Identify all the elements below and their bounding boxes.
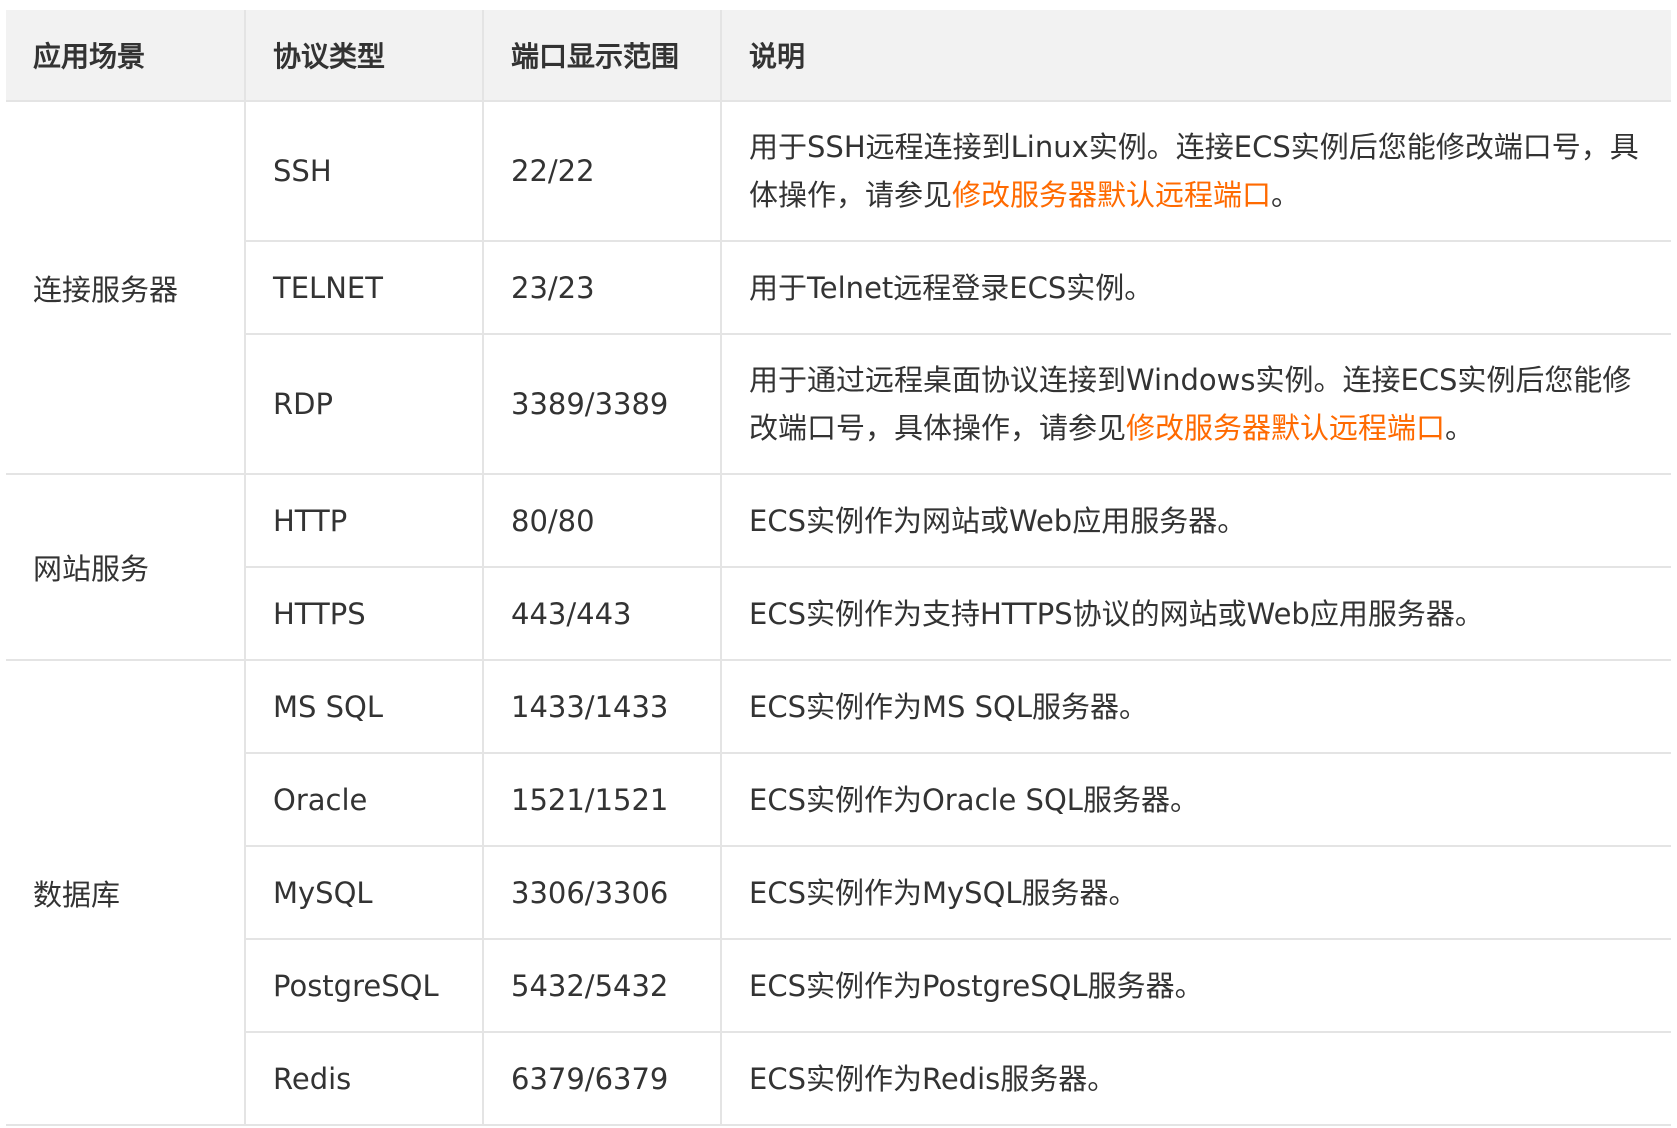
description-cell: 用于Telnet远程登录ECS实例。: [721, 241, 1671, 335]
port-cell: 5432/5432: [483, 939, 722, 1033]
port-cell: 3306/3306: [483, 846, 722, 940]
protocol-cell: TELNET: [245, 241, 484, 335]
port-cell: 1521/1521: [483, 753, 722, 847]
description-text: ECS实例作为Redis服务器。: [749, 1061, 1117, 1096]
description-suffix: 。: [1445, 411, 1475, 445]
header-protocol: 协议类型: [245, 10, 484, 102]
protocol-cell: RDP: [245, 334, 484, 475]
description-cell: ECS实例作为Oracle SQL服务器。: [721, 753, 1671, 847]
description-text: ECS实例作为PostgreSQL服务器。: [749, 968, 1204, 1003]
table-row: 数据库 MS SQL 1433/1433 ECS实例作为MS SQL服务器。: [6, 660, 1671, 1126]
protocol-cell: PostgreSQL: [245, 939, 484, 1033]
description-text: ECS实例作为MySQL服务器。: [749, 875, 1138, 910]
port-cell: 6379/6379: [483, 1032, 722, 1126]
protocol-cell: Redis: [245, 1032, 484, 1126]
scenario-cell: 网站服务: [6, 474, 246, 661]
description-cell: ECS实例作为支持HTTPS协议的网站或Web应用服务器。: [721, 567, 1671, 661]
port-table-container: 应用场景 协议类型 端口显示范围 说明 连接服务器 SSH 22/22 用于SS…: [6, 10, 1671, 1126]
header-port-range: 端口显示范围: [483, 10, 722, 102]
table-row: 网站服务 HTTP 80/80 ECS实例作为网站或Web应用服务器。: [6, 474, 1671, 661]
description-cell: 用于通过远程桌面协议连接到Windows实例。连接ECS实例后您能修改端口号，具…: [721, 334, 1671, 475]
table-row: PostgreSQL 5432/5432 ECS实例作为PostgreSQL服务…: [6, 939, 1671, 1033]
protocol-cell: HTTP: [245, 474, 484, 568]
port-cell: 80/80: [483, 474, 722, 568]
table-row: Oracle 1521/1521 ECS实例作为Oracle SQL服务器。: [6, 753, 1671, 847]
description-cell: ECS实例作为MySQL服务器。: [721, 846, 1671, 940]
port-cell: 1433/1433: [483, 660, 722, 754]
header-description: 说明: [721, 10, 1671, 102]
port-table: 应用场景 协议类型 端口显示范围 说明 连接服务器 SSH 22/22 用于SS…: [6, 10, 1671, 1126]
table-row: TELNET 23/23 用于Telnet远程登录ECS实例。: [6, 241, 1671, 335]
port-cell: 443/443: [483, 567, 722, 661]
modify-remote-port-link[interactable]: 修改服务器默认远程端口: [1126, 411, 1445, 445]
modify-remote-port-link[interactable]: 修改服务器默认远程端口: [952, 178, 1271, 212]
description-text: ECS实例作为MS SQL服务器。: [749, 689, 1149, 724]
description-cell: 用于SSH远程连接到Linux实例。连接ECS实例后您能修改端口号，具体操作，请…: [721, 101, 1671, 242]
protocol-cell: MySQL: [245, 846, 484, 940]
header-scenario: 应用场景: [6, 10, 246, 102]
table-row: Redis 6379/6379 ECS实例作为Redis服务器。: [6, 1032, 1671, 1126]
port-cell: 23/23: [483, 241, 722, 335]
table-row: RDP 3389/3389 用于通过远程桌面协议连接到Windows实例。连接E…: [6, 334, 1671, 475]
protocol-cell: Oracle: [245, 753, 484, 847]
scenario-cell: 数据库: [6, 660, 246, 1126]
protocol-cell: HTTPS: [245, 567, 484, 661]
table-row: HTTPS 443/443 ECS实例作为支持HTTPS协议的网站或Web应用服…: [6, 567, 1671, 661]
description-cell: ECS实例作为MS SQL服务器。: [721, 660, 1671, 754]
description-text: ECS实例作为网站或Web应用服务器。: [749, 503, 1247, 538]
protocol-cell: MS SQL: [245, 660, 484, 754]
description-cell: ECS实例作为PostgreSQL服务器。: [721, 939, 1671, 1033]
port-cell: 22/22: [483, 101, 722, 242]
description-cell: ECS实例作为Redis服务器。: [721, 1032, 1671, 1126]
table-row: 连接服务器 SSH 22/22 用于SSH远程连接到Linux实例。连接ECS实…: [6, 101, 1671, 475]
table-row: MySQL 3306/3306 ECS实例作为MySQL服务器。: [6, 846, 1671, 940]
description-suffix: 。: [1271, 178, 1301, 212]
description-text: ECS实例作为支持HTTPS协议的网站或Web应用服务器。: [749, 596, 1484, 631]
table-header-row: 应用场景 协议类型 端口显示范围 说明: [6, 10, 1671, 102]
description-text: 用于Telnet远程登录ECS实例。: [749, 270, 1154, 305]
scenario-cell: 连接服务器: [6, 101, 246, 475]
description-cell: ECS实例作为网站或Web应用服务器。: [721, 474, 1671, 568]
port-cell: 3389/3389: [483, 334, 722, 475]
description-text: ECS实例作为Oracle SQL服务器。: [749, 782, 1199, 817]
protocol-cell: SSH: [245, 101, 484, 242]
